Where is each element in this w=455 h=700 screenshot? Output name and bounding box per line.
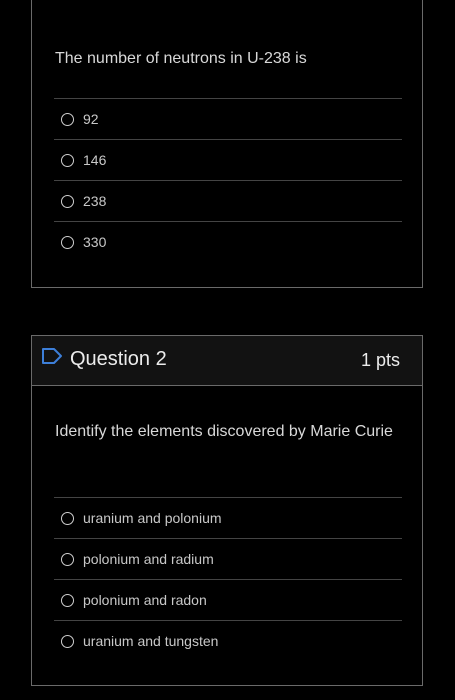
radio-button[interactable] [61, 593, 74, 607]
answer-option[interactable]: uranium and tungsten [54, 620, 402, 661]
question-2-card: Question 2 1 pts Identify the elements d… [31, 335, 423, 686]
question-1-card: The number of neutrons in U-238 is 92 14… [31, 0, 423, 288]
radio-button[interactable] [61, 194, 74, 208]
answer-option[interactable]: 330 [54, 221, 402, 262]
answer-option[interactable]: uranium and polonium [54, 497, 402, 538]
answer-label: uranium and polonium [83, 510, 222, 526]
radio-button[interactable] [61, 153, 74, 167]
answer-label: polonium and radon [83, 592, 207, 608]
answer-option[interactable]: 92 [54, 98, 402, 139]
question-2-answers: uranium and polonium polonium and radium… [54, 497, 402, 661]
answer-option[interactable]: 238 [54, 180, 402, 221]
question-points: 1 pts [360, 350, 400, 370]
answer-label: 146 [83, 152, 107, 168]
radio-button[interactable] [61, 511, 74, 525]
answer-label: 330 [83, 234, 107, 250]
flag-icon[interactable] [41, 347, 63, 365]
answer-option[interactable]: polonium and radon [54, 579, 402, 620]
question-1-prompt: The number of neutrons in U-238 is [55, 50, 307, 67]
answer-label: uranium and tungsten [83, 633, 219, 649]
question-1-answers: 92 146 238 330 [54, 98, 402, 262]
question-header: Question 2 1 pts [32, 336, 422, 386]
radio-button[interactable] [61, 112, 74, 126]
radio-button[interactable] [61, 634, 74, 648]
answer-option[interactable]: polonium and radium [54, 538, 402, 579]
radio-button[interactable] [61, 552, 74, 566]
question-2-prompt: Identify the elements discovered by Mari… [55, 423, 393, 440]
answer-label: 92 [83, 111, 99, 127]
answer-label: 238 [83, 193, 107, 209]
answer-option[interactable]: 146 [54, 139, 402, 180]
answer-label: polonium and radium [83, 551, 214, 567]
question-title: Question 2 [70, 348, 167, 370]
radio-button[interactable] [61, 235, 74, 249]
